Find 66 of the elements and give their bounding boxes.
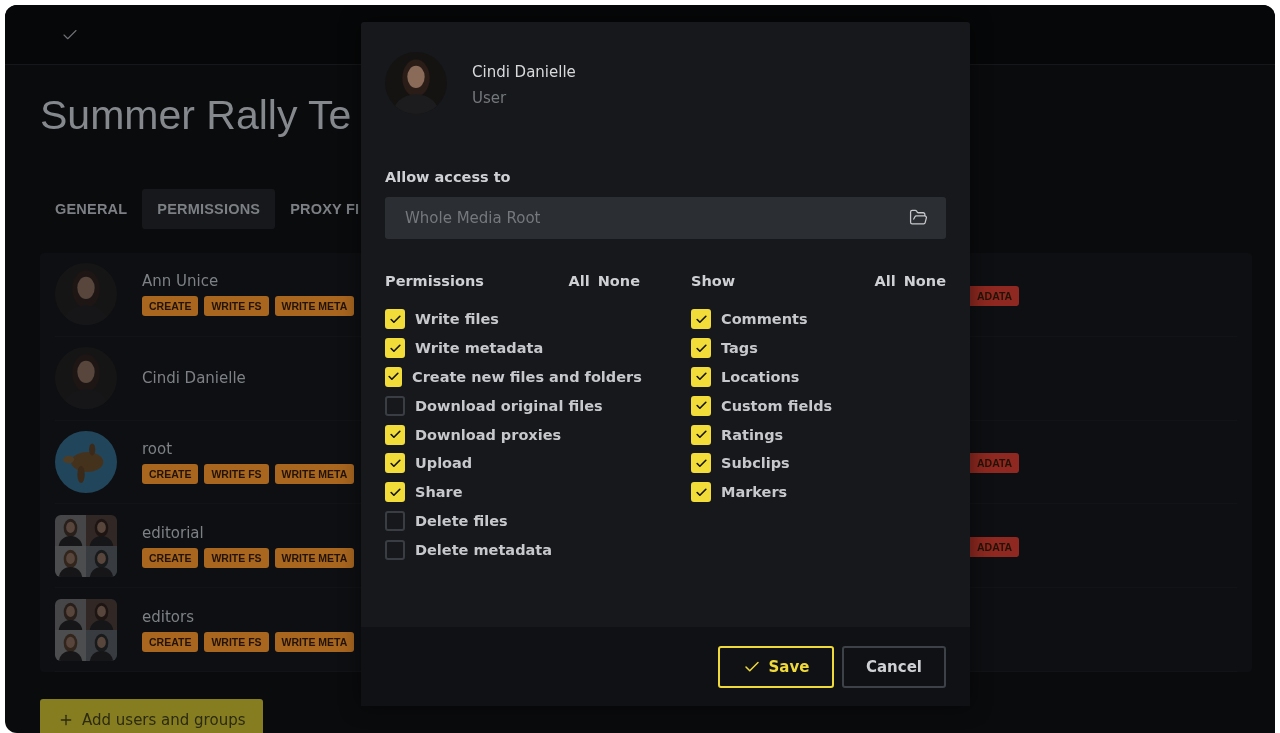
permission-tag: WRITE FS	[204, 296, 269, 317]
check-icon	[694, 341, 708, 355]
section-title: Show	[691, 273, 737, 289]
checkbox-label: Subclips	[721, 455, 790, 472]
folder-icon[interactable]	[909, 208, 928, 227]
member-name: editors	[142, 607, 195, 626]
check-icon	[388, 312, 402, 326]
permission-tag: ADATA	[970, 537, 1020, 558]
select-all-link[interactable]: All	[568, 273, 590, 289]
tab[interactable]: PROXY FI	[275, 189, 375, 229]
select-none-link[interactable]: None	[597, 273, 640, 289]
user-name: Cindi Danielle	[472, 63, 576, 81]
check-icon	[388, 485, 402, 499]
checkbox-label: Markers	[721, 484, 788, 501]
checkbox-label: Write metadata	[415, 340, 544, 357]
check-icon	[388, 341, 402, 355]
checkbox-label: Create new files and folders	[412, 369, 642, 385]
checkbox[interactable]	[385, 510, 405, 531]
permission-tag: WRITE FS	[204, 631, 269, 652]
access-field[interactable]: Whole Media Root	[385, 197, 946, 239]
permission-tag: WRITE META	[274, 547, 355, 568]
add-users-button[interactable]: Add users and groups	[40, 699, 264, 733]
permission-tag: WRITE META	[274, 296, 355, 317]
checkbox[interactable]	[385, 539, 405, 560]
checkbox-label: Ratings	[721, 426, 784, 443]
member-name: Ann Unice	[142, 272, 220, 291]
checkbox-label: Download original files	[415, 397, 603, 414]
check-icon	[388, 456, 402, 470]
member-name: Cindi Danielle	[142, 369, 246, 388]
section-title: Permissions	[385, 273, 485, 289]
permission-tag: CREATE	[142, 296, 199, 317]
page-title: Summer Rally Te	[40, 91, 352, 140]
plus-icon	[58, 712, 74, 728]
permission-tag: WRITE META	[274, 631, 355, 652]
permission-tag: CREATE	[142, 547, 199, 568]
select-all-link[interactable]: All	[874, 273, 896, 289]
checkbox-label: Download proxies	[415, 426, 562, 443]
check-icon	[694, 456, 708, 470]
checkbox-label: Share	[415, 484, 463, 501]
checkbox-label: Upload	[415, 455, 473, 472]
tab[interactable]: PERMISSIONS	[142, 189, 276, 229]
checkbox-label: Write files	[415, 311, 499, 328]
field-label: Allow access to	[385, 169, 512, 185]
member-name: editorial	[142, 523, 205, 542]
save-button[interactable]: Save	[718, 645, 834, 688]
check-icon	[694, 485, 708, 499]
member-name: root	[142, 440, 174, 458]
checkbox-label: Locations	[721, 369, 800, 385]
checkbox-label: Tags	[721, 340, 758, 357]
tab[interactable]: GENERAL	[40, 189, 143, 229]
checkbox-label: Delete files	[415, 512, 508, 529]
permission-tag: WRITE FS	[204, 464, 269, 484]
checkbox-label: Comments	[721, 311, 808, 328]
cancel-button[interactable]: Cancel	[842, 645, 946, 688]
permission-tag: ADATA	[970, 285, 1020, 306]
permission-tag: CREATE	[142, 464, 199, 484]
checkbox-label: Delete metadata	[415, 541, 553, 558]
check-icon	[694, 312, 708, 326]
permission-tag: ADATA	[970, 453, 1020, 474]
permission-tag: WRITE META	[274, 464, 355, 484]
select-none-link[interactable]: None	[903, 273, 946, 289]
checkbox[interactable]	[385, 395, 405, 416]
user-role: User	[472, 89, 508, 107]
checkbox-label: Custom fields	[721, 397, 833, 414]
permission-tag: CREATE	[142, 631, 199, 652]
permission-tag: WRITE FS	[204, 547, 269, 568]
